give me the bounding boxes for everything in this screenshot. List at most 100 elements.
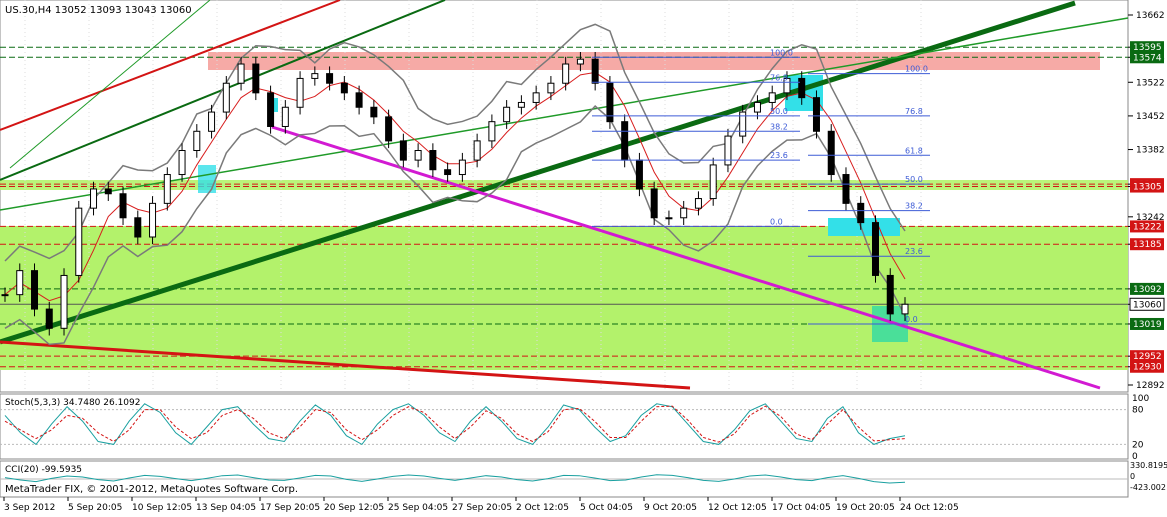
candle-body [680, 207, 688, 219]
price-tag-label: 13092 [1133, 285, 1162, 295]
candle-body [473, 140, 481, 161]
time-tick-label: 13 Sep 04:05 [196, 503, 256, 513]
candle-body [104, 188, 112, 195]
candle-body [60, 274, 68, 329]
candle-body [385, 116, 393, 142]
candle-body [503, 106, 511, 123]
fib-label-left: 38.2 [770, 122, 788, 131]
stoch-tick-label: 80 [1132, 406, 1144, 416]
price-tag-label: 13222 [1133, 222, 1162, 232]
price-tag-label: 13019 [1133, 320, 1162, 330]
candle-body [798, 77, 806, 99]
candle-body [901, 303, 909, 315]
candle-body [252, 63, 260, 94]
candle-body [149, 202, 157, 238]
fib-label-left: 23.6 [770, 151, 788, 160]
time-tick-label: 12 Oct 12:05 [708, 503, 767, 513]
fib-label-right: 50.0 [905, 175, 923, 184]
price-tag-label: 12930 [1133, 363, 1162, 373]
resistance-zone [208, 52, 1100, 70]
candle-body [753, 101, 761, 113]
candle-body [119, 193, 127, 219]
time-tick-label: 25 Sep 04:05 [388, 503, 448, 513]
price-tick-label: 12892 [1136, 381, 1165, 391]
price-axis: 1366213595135741352213452133821331013305… [1128, 11, 1165, 391]
candle-body [134, 217, 142, 238]
time-tick-label: 24 Oct 12:05 [900, 503, 959, 513]
price-tick-label: 13452 [1136, 112, 1165, 122]
candle-body [709, 164, 717, 200]
time-tick-label: 10 Sep 12:05 [132, 503, 192, 513]
fib-label-right: 76.8 [905, 107, 923, 116]
candle-body [517, 101, 525, 108]
candle-body [267, 92, 275, 127]
candle-body [562, 63, 570, 84]
candle-body [842, 174, 850, 204]
candle-body [45, 308, 53, 329]
candle-body [871, 222, 879, 276]
candle-body [326, 73, 334, 84]
candle-body [355, 92, 363, 108]
price-tag-label: 13060 [1133, 300, 1162, 310]
candle-body [16, 270, 24, 296]
time-tick-label: 19 Oct 20:05 [836, 503, 895, 513]
stoch-tick-label: 20 [1132, 440, 1144, 450]
candle-body [591, 58, 599, 84]
candle-body [340, 82, 348, 94]
chart-root: 100.0 76.8 50.0 38.2 23.6 0.0 100.0 76.8 61.8 50.… [0, 0, 1167, 513]
time-tick-label: 5 Sep 20:05 [68, 503, 122, 513]
support-zone [0, 226, 1128, 370]
candle-body [768, 92, 776, 103]
candle-body [31, 270, 39, 310]
stoch-title: Stoch(5,3,3) 34.7480 26.1092 [5, 398, 140, 408]
candle-body [75, 207, 83, 276]
fib-label-left: 50.0 [770, 107, 788, 116]
time-tick-label: 17 Oct 04:05 [772, 503, 831, 513]
cci-title: CCI(20) -99.5935 [5, 465, 82, 475]
candle-body [576, 58, 584, 65]
candle-body [488, 121, 496, 142]
candle-body [444, 169, 452, 176]
candle-body [1, 294, 9, 297]
chart-svg: 100.0 76.8 50.0 38.2 23.6 0.0 100.0 76.8 61.8 50.… [0, 0, 1167, 513]
cyan-box [198, 165, 216, 193]
time-tick-label: 17 Sep 20:05 [260, 503, 320, 513]
price-tag-label: 13185 [1133, 240, 1162, 250]
symbol-header: US.30,H4 13052 13093 13043 13060 [5, 5, 192, 16]
candle-body [281, 106, 289, 127]
candle-body [827, 130, 835, 176]
cci-tick-label: 330.8195 [1130, 461, 1167, 470]
time-tick-label: 9 Oct 20:05 [644, 503, 697, 513]
price-tick-label: 13662 [1136, 11, 1165, 21]
candle-body [621, 121, 629, 161]
fib-label-left: 76.8 [770, 73, 788, 82]
time-tick-label: 27 Sep 20:05 [452, 503, 512, 513]
candle-body [311, 73, 319, 79]
candle-body [399, 140, 407, 161]
candle-body [547, 82, 555, 94]
candle-body [370, 106, 378, 118]
price-tick-label: 13522 [1136, 78, 1165, 88]
candle-body [458, 159, 466, 176]
candle-body [532, 92, 540, 103]
candle-body [886, 274, 894, 315]
time-tick-label: 3 Sep 2012 [4, 503, 55, 513]
candle-body [665, 217, 673, 220]
fib-label-right: 61.8 [905, 146, 923, 155]
candle-body [193, 130, 201, 152]
fib-label-left: 0.0 [770, 217, 783, 226]
candle-body [694, 198, 702, 209]
time-tick-label: 5 Oct 04:05 [580, 503, 633, 513]
fib-label-right: 38.2 [905, 202, 923, 211]
candle-body [650, 188, 658, 219]
price-tag-label: 12952 [1133, 352, 1162, 362]
copyright-text: MetaTrader FIX, © 2001-2012, MetaQuotes … [5, 484, 298, 495]
price-tag-label: 13305 [1133, 183, 1162, 193]
time-axis: 3 Sep 2012 5 Sep 20:05 10 Sep 12:05 13 Sep … [3, 497, 959, 513]
candle-body [178, 150, 186, 176]
candle-body [414, 150, 422, 161]
price-tag-label: 13574 [1133, 53, 1162, 63]
price-tick-label: 13382 [1136, 146, 1165, 156]
stoch-panel [0, 393, 1129, 460]
candle-body [163, 174, 171, 204]
